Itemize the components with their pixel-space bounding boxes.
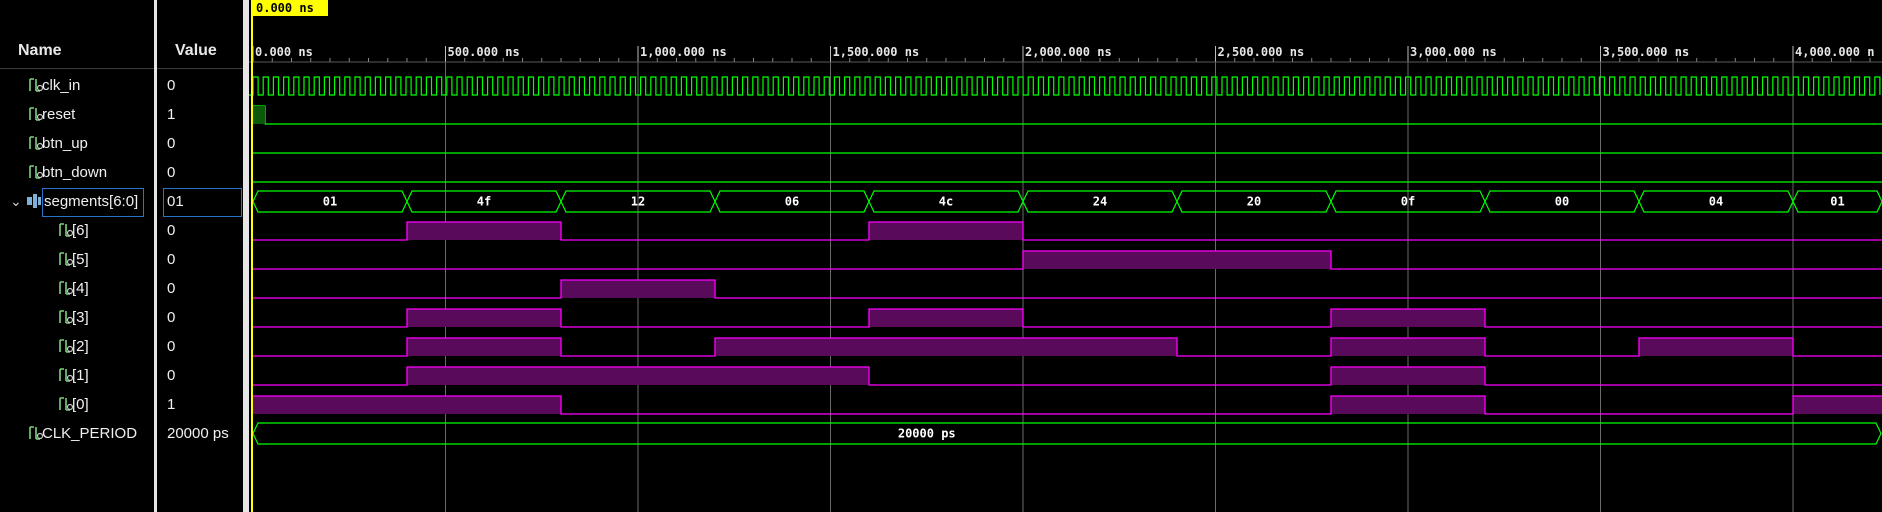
signal-value: 1 [167, 396, 176, 413]
clk-in-waveform [249, 76, 1881, 96]
segment-bit-4-waveform [253, 279, 1882, 299]
timeline-tick-label: 4,000.000 n [1795, 45, 1874, 59]
bit-high-fill [869, 222, 1023, 240]
clk-period-label: 20000 ps [898, 427, 956, 441]
bus-value-label: 20 [1247, 195, 1261, 209]
bit-high-fill [561, 280, 715, 298]
signal-value: 0 [167, 280, 176, 297]
bit-high-fill [407, 309, 561, 327]
reset-waveform [253, 105, 1882, 125]
bit-high-fill [1177, 251, 1331, 269]
bus-value-label: 06 [785, 195, 799, 209]
signal-name[interactable]: [0] [72, 390, 89, 419]
signal-value: 0 [167, 222, 176, 239]
cursor-time-label: 0.000 ns [256, 1, 314, 15]
timeline-tick-label: 2,000.000 ns [1025, 45, 1112, 59]
signal-name[interactable]: CLK_PERIOD [42, 419, 137, 448]
bit-high-fill [407, 222, 561, 240]
bus-value-label: 01 [1830, 195, 1844, 209]
signal-name[interactable]: [1] [72, 361, 89, 390]
signal-name[interactable]: [4] [72, 274, 89, 303]
signal-name[interactable]: [3] [72, 303, 89, 332]
bus-value-label: 12 [631, 195, 645, 209]
bit-high-fill [869, 309, 1023, 327]
signal-value: 0 [167, 77, 176, 94]
signal-value: 20000 ps [167, 425, 229, 442]
signal-value: 0 [167, 338, 176, 355]
value-header[interactable]: Value [157, 33, 243, 69]
timeline-tick-label: 3,500.000 ns [1603, 45, 1690, 59]
signal-value: 0 [167, 251, 176, 268]
bit-high-fill [715, 338, 869, 356]
signal-name[interactable]: [2] [72, 332, 89, 361]
expand-chevron-icon[interactable]: ⌄ [10, 193, 22, 210]
timeline-tick-label: 3,000.000 ns [1410, 45, 1497, 59]
signal-name[interactable]: [5] [72, 245, 89, 274]
signal-name[interactable]: [6] [72, 216, 89, 245]
timeline-tick-label: 500.000 ns [448, 45, 520, 59]
timeline-tick-label: 0.000 ns [255, 45, 313, 59]
bit-high-fill [407, 338, 561, 356]
bit-high-fill [407, 396, 561, 414]
signal-name[interactable]: reset [42, 100, 75, 129]
bus-value-label: 24 [1093, 195, 1107, 209]
bit-high-fill [1331, 338, 1485, 356]
bus-value-label: 01 [323, 195, 337, 209]
bus-value-label: 04 [1709, 195, 1723, 209]
bus-value-label: 4c [939, 195, 953, 209]
bit-high-fill [715, 367, 869, 385]
signal-name[interactable]: clk_in [42, 71, 80, 100]
bit-high-fill [1023, 251, 1177, 269]
bit-high-fill [1793, 396, 1882, 414]
bit-high-fill [1331, 396, 1485, 414]
timeline-tick-label: 1,000.000 ns [640, 45, 727, 59]
bus-signal-icon [26, 191, 42, 211]
signal-value: 0 [167, 309, 176, 326]
bus-value-label: 4f [477, 195, 491, 209]
bit-high-fill [561, 367, 715, 385]
signal-name[interactable]: btn_down [42, 158, 107, 187]
signal-name[interactable]: btn_up [42, 129, 88, 158]
timeline-tick-label: 2,500.000 ns [1218, 45, 1305, 59]
signal-value: 1 [167, 106, 176, 123]
signal-value: 0 [167, 367, 176, 384]
clk-period-bus [252, 422, 1882, 445]
bus-value-label: 0f [1401, 195, 1415, 209]
reset-high-fill [253, 106, 265, 124]
bit-high-fill [1023, 338, 1177, 356]
bit-high-fill [869, 338, 1023, 356]
signal-value: 0 [167, 164, 176, 181]
timeline-tick-label: 1,500.000 ns [833, 45, 920, 59]
signal-value: 0 [167, 135, 176, 152]
waveform-view[interactable]: 0.000 ns 0.000 ns 500.000 ns 1,000.000 ns 1,… [249, 0, 1882, 512]
bit-high-fill [407, 367, 561, 385]
name-header[interactable]: Name [0, 33, 154, 69]
bit-high-fill [1331, 309, 1485, 327]
bit-high-fill [253, 396, 407, 414]
signal-value: 01 [167, 193, 184, 210]
bus-value-label: 00 [1555, 195, 1569, 209]
bit-high-fill [1331, 367, 1485, 385]
signal-name[interactable]: segments[6:0] [44, 187, 138, 216]
bit-high-fill [1639, 338, 1793, 356]
